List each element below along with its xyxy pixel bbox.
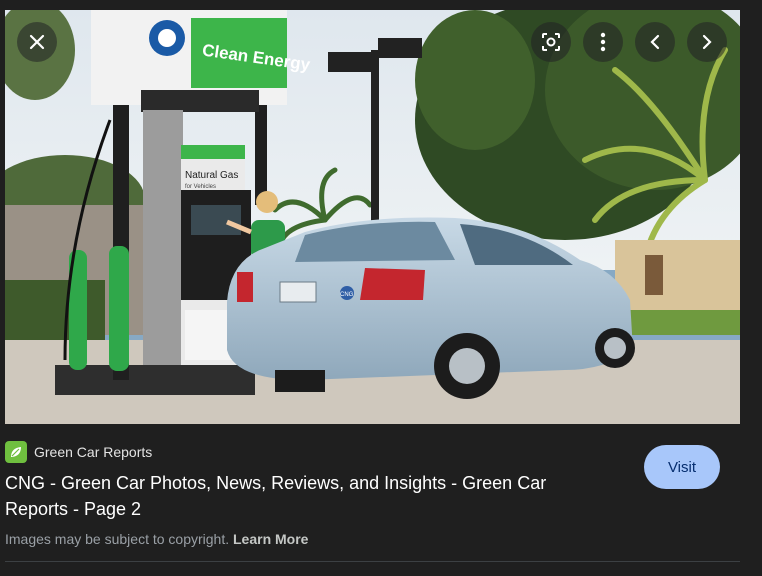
close-icon: [29, 34, 45, 50]
leaf-icon: [11, 447, 21, 457]
pump-label-line1: Natural Gas: [185, 170, 238, 181]
more-options-button[interactable]: [583, 22, 623, 62]
cng-badge: CNG: [340, 292, 354, 298]
more-vert-icon: [600, 32, 606, 52]
next-button[interactable]: [687, 22, 727, 62]
lens-icon: [542, 33, 560, 51]
chevron-right-icon: [702, 34, 712, 50]
copyright-text: Images may be subject to copyright.: [5, 531, 230, 547]
visit-button[interactable]: Visit: [644, 445, 720, 489]
lens-button[interactable]: [531, 22, 571, 62]
green-car-reports-favicon: [5, 441, 27, 463]
result-title-link[interactable]: CNG - Green Car Photos, News, Reviews, a…: [5, 470, 605, 522]
result-image[interactable]: Clean Energy Natural Gas for Vehicles CN…: [5, 10, 740, 424]
pump-label-line2: for Vehicles: [185, 184, 216, 190]
divider: [5, 561, 740, 562]
copyright-notice: Images may be subject to copyright. Lear…: [5, 531, 308, 547]
previous-button[interactable]: [635, 22, 675, 62]
learn-more-link[interactable]: Learn More: [233, 531, 308, 547]
source-row[interactable]: Green Car Reports: [5, 441, 152, 463]
close-button[interactable]: [17, 22, 57, 62]
chevron-left-icon: [650, 34, 660, 50]
source-name: Green Car Reports: [34, 444, 153, 460]
station-photo: Clean Energy Natural Gas for Vehicles CN…: [5, 10, 740, 424]
